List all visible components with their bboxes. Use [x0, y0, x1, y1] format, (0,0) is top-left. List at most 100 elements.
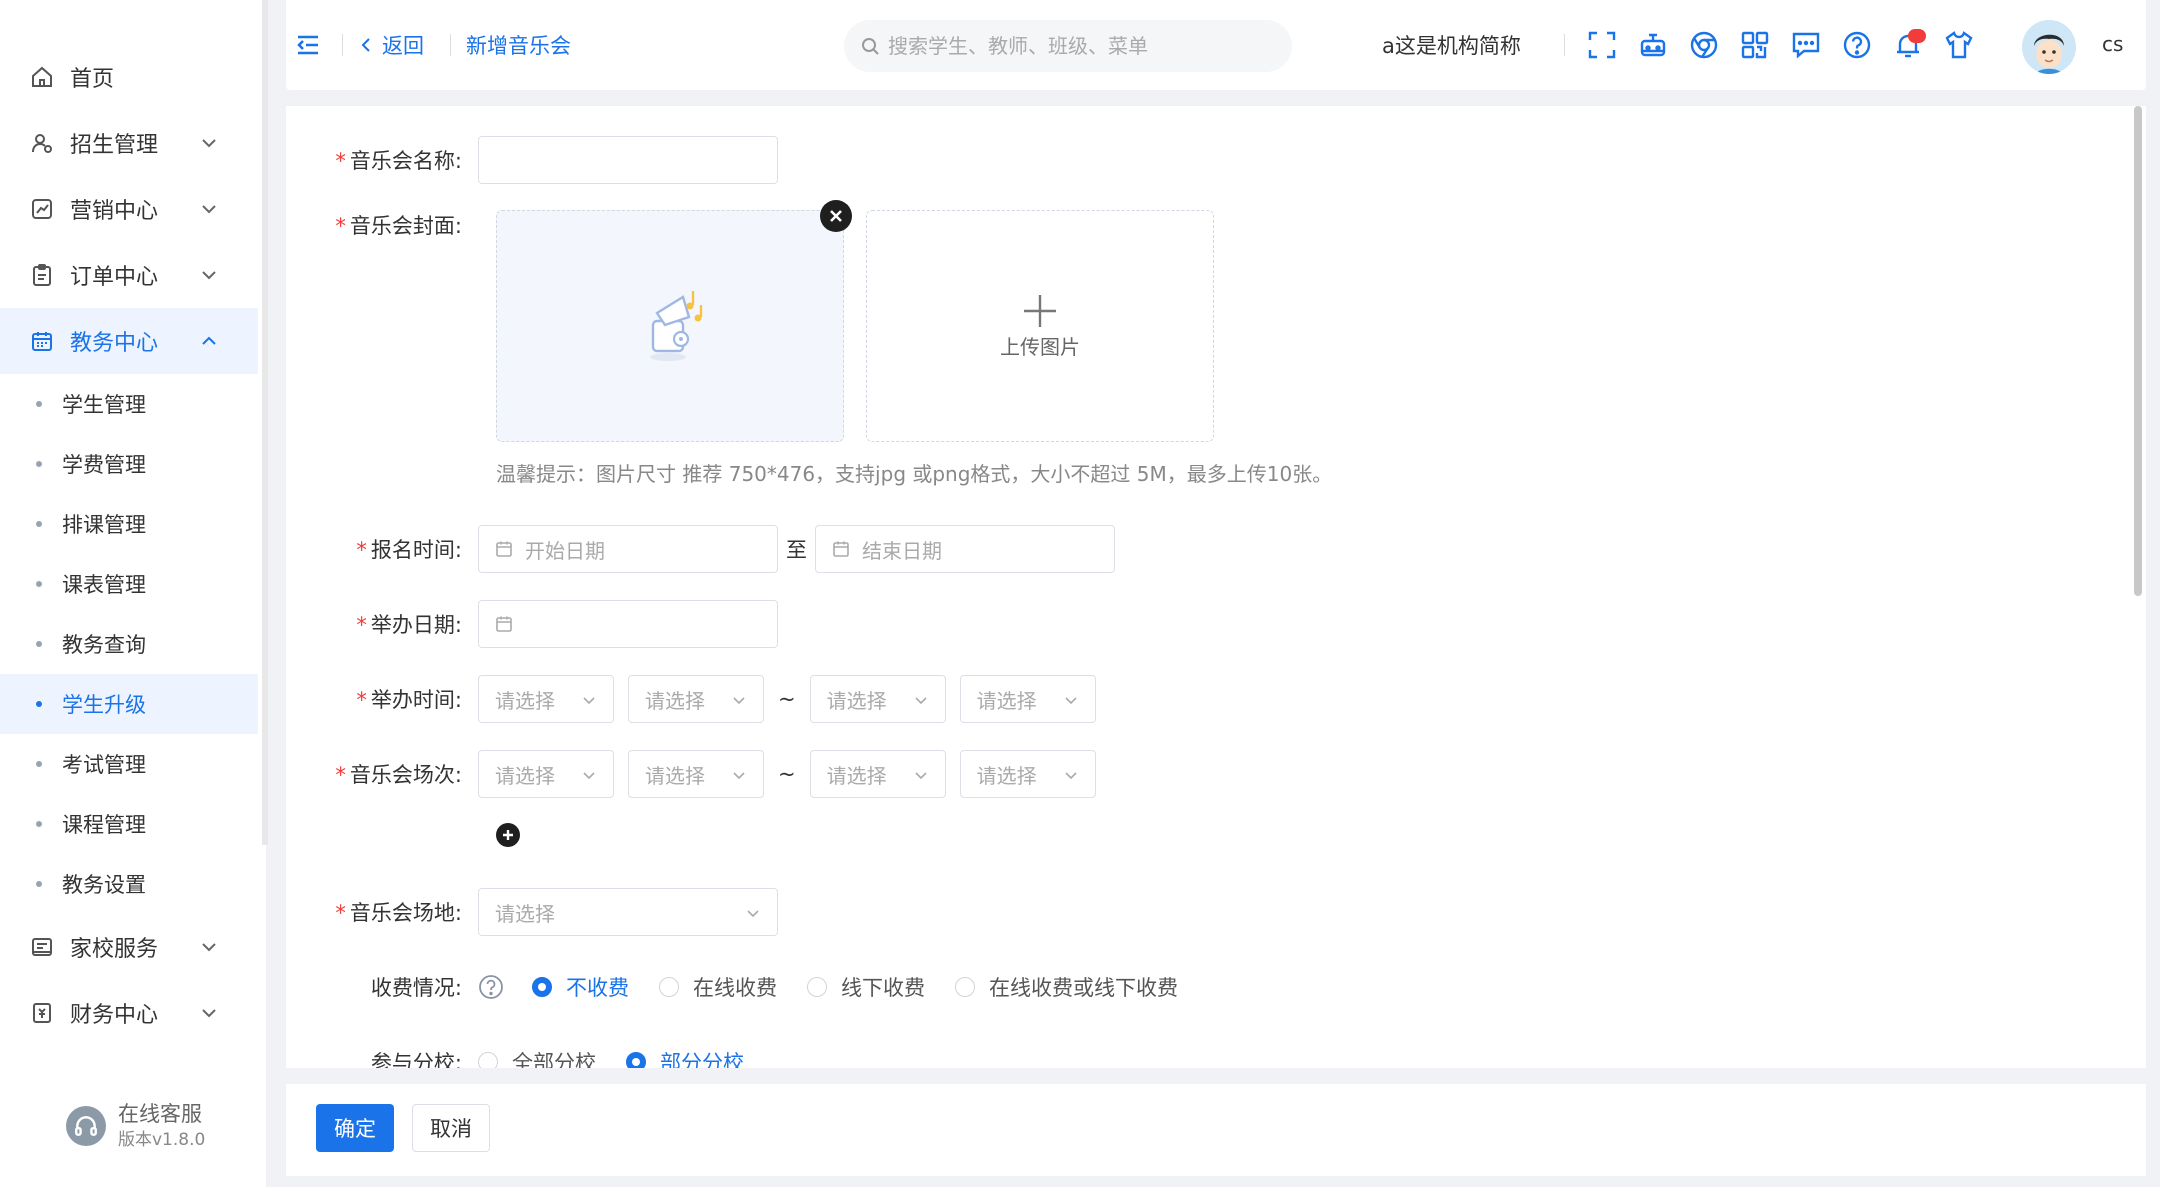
help-icon[interactable] [1841, 29, 1873, 61]
radio-label: 线下收费 [841, 976, 925, 1000]
sidebar-subitem-upgrade[interactable]: 学生升级 [0, 674, 258, 734]
label-text: 音乐会场次: [349, 763, 462, 787]
sidebar-subitem-settings[interactable]: 教务设置 [0, 854, 258, 914]
form-row-sessions: * 音乐会场次: 请选择 请选择 ~ 请选择 请选择 [286, 750, 1096, 798]
sidebar-item-admissions[interactable]: 招生管理 [0, 110, 258, 176]
qrcode-icon[interactable] [1739, 29, 1771, 61]
username[interactable]: cs [2102, 32, 2123, 56]
sidebar-subitem-exams[interactable]: 考试管理 [0, 734, 258, 794]
range-separator: 至 [786, 538, 807, 562]
sidebar-subitem-label: 学费管理 [62, 453, 146, 477]
fullscreen-icon[interactable] [1586, 29, 1618, 61]
online-support[interactable]: 在线客服 版本v1.8.0 [66, 1100, 205, 1152]
branch-option-all[interactable]: 全部分校 [478, 1047, 596, 1068]
select-placeholder: 请选择 [645, 688, 705, 713]
sidebar-subitem-label: 课表管理 [62, 573, 146, 597]
form-label: * 音乐会场次: [286, 759, 478, 789]
bell-icon[interactable] [1892, 29, 1926, 61]
session-start-hour-select[interactable]: 请选择 [478, 750, 614, 798]
chevron-down-icon [202, 943, 216, 952]
radio-button[interactable] [478, 1052, 498, 1068]
form-row-venue: * 音乐会场地: 请选择 [286, 888, 778, 936]
form-footer: 确定 取消 [286, 1084, 2146, 1176]
sidebar-item-finance[interactable]: 财务中心 [0, 980, 258, 1046]
fee-option-online-or-offline[interactable]: 在线收费或线下收费 [955, 972, 1178, 1002]
confirm-button[interactable]: 确定 [316, 1104, 394, 1152]
sidebar-item-home[interactable]: 首页 [0, 44, 258, 110]
chevron-up-icon [202, 336, 216, 345]
calendar-icon [496, 541, 512, 557]
sidebar-scrollbar[interactable] [262, 0, 268, 845]
cover-image-preview[interactable] [496, 210, 844, 442]
bullet-dot [36, 881, 42, 887]
chevron-down-icon [915, 772, 927, 780]
range-separator: ~ [778, 687, 796, 711]
hold-time-start-minute-select[interactable]: 请选择 [628, 675, 764, 723]
form-row-branch: 参与分校: 全部分校 部分分校 [286, 1038, 774, 1068]
hold-time-end-minute-select[interactable]: 请选择 [959, 675, 1096, 723]
form-row-name: * 音乐会名称: [286, 136, 778, 184]
signup-start-date[interactable]: 开始日期 [478, 525, 778, 573]
radio-button[interactable] [659, 977, 679, 997]
search-input[interactable] [888, 34, 1268, 58]
version-label: 版本v1.8.0 [118, 1130, 206, 1150]
avatar[interactable] [2022, 20, 2076, 74]
upload-image-button[interactable]: 上传图片 [866, 210, 1214, 442]
sidebar-subitem-courses[interactable]: 课程管理 [0, 794, 258, 854]
sidebar-menu: 首页 招生管理 营销中心 订单中心 教务中心 学生管理 学费管理 排课管理 课表… [0, 44, 258, 1046]
sidebar-subitem-query[interactable]: 教务查询 [0, 614, 258, 674]
radio-button[interactable] [955, 977, 975, 997]
back-link[interactable]: 返回 [358, 30, 424, 60]
robot-icon[interactable] [1637, 29, 1669, 61]
fee-option-offline[interactable]: 线下收费 [807, 972, 925, 1002]
session-end-hour-select[interactable]: 请选择 [809, 750, 946, 798]
notification-badge [1908, 29, 1926, 43]
fee-option-free[interactable]: 不收费 [532, 972, 629, 1002]
upload-label: 上传图片 [1000, 334, 1080, 359]
sidebar-subitem-scheduling[interactable]: 排课管理 [0, 494, 258, 554]
radio-button[interactable] [532, 977, 552, 997]
sidebar-subitem-timetable[interactable]: 课表管理 [0, 554, 258, 614]
add-session-button[interactable] [496, 823, 520, 847]
home-school-icon [30, 935, 54, 959]
form-label: * 音乐会场地: [286, 897, 478, 927]
message-icon[interactable] [1790, 29, 1822, 61]
hold-date-picker[interactable] [478, 600, 778, 648]
hold-time-start-hour-select[interactable]: 请选择 [478, 675, 614, 723]
label-text: 音乐会名称: [349, 149, 462, 173]
sidebar-item-label: 营销中心 [70, 199, 159, 224]
collapse-menu-icon[interactable] [296, 34, 320, 56]
label-text: 音乐会场地: [349, 901, 462, 925]
radio-button[interactable] [626, 1052, 646, 1068]
sidebar-item-home-school[interactable]: 家校服务 [0, 914, 258, 980]
sidebar-item-marketing[interactable]: 营销中心 [0, 176, 258, 242]
signup-end-date[interactable]: 结束日期 [815, 525, 1115, 573]
form-card: * 音乐会名称: * 音乐会封面: 上传图片 温馨提示：图片尺寸 推荐 750*47… [286, 106, 2146, 1068]
chevron-down-icon [733, 772, 745, 780]
sidebar-subitem-tuition[interactable]: 学费管理 [0, 434, 258, 494]
concert-name-input[interactable] [478, 136, 778, 184]
branch-option-partial[interactable]: 部分分校 [626, 1047, 744, 1068]
session-start-minute-select[interactable]: 请选择 [628, 750, 764, 798]
sidebar-item-academic[interactable]: 教务中心 [0, 308, 258, 374]
chrome-icon[interactable] [1688, 29, 1720, 61]
shirt-icon[interactable] [1943, 29, 1975, 61]
hold-time-end-hour-select[interactable]: 请选择 [809, 675, 946, 723]
form-row-hold-date: * 举办日期: [286, 600, 778, 648]
form-scrollbar[interactable] [2134, 106, 2142, 596]
session-end-minute-select[interactable]: 请选择 [959, 750, 1096, 798]
cancel-button[interactable]: 取消 [412, 1104, 490, 1152]
remove-image-button[interactable] [820, 200, 852, 232]
sidebar-subitem-students[interactable]: 学生管理 [0, 374, 258, 434]
fee-option-online[interactable]: 在线收费 [659, 972, 777, 1002]
help-icon[interactable] [478, 974, 504, 1000]
label-text: 举办时间: [370, 688, 462, 712]
sidebar-item-orders[interactable]: 订单中心 [0, 242, 258, 308]
org-name[interactable]: a这是机构简称 [1382, 30, 1521, 60]
form-label: * 音乐会名称: [286, 145, 478, 175]
support-label: 在线客服 [118, 1102, 202, 1126]
radio-button[interactable] [807, 977, 827, 997]
bullet-dot [36, 521, 42, 527]
venue-select[interactable]: 请选择 [478, 888, 778, 936]
back-label: 返回 [382, 34, 424, 58]
